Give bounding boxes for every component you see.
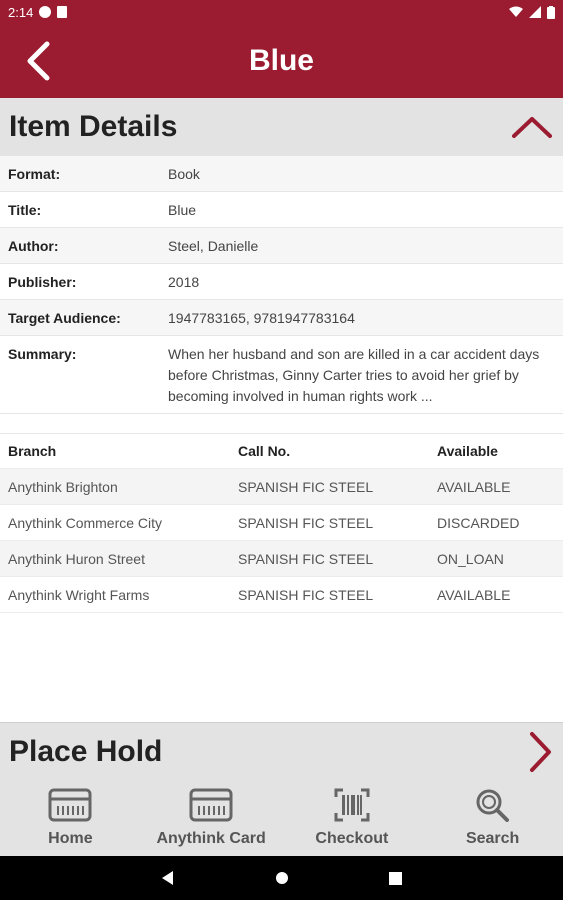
- nav-label: Home: [48, 830, 93, 847]
- availability-cell: ON_LOAN: [437, 550, 504, 567]
- chevron-right-icon: [530, 731, 551, 772]
- bottom-navigation: Home Anythink Card Checkout Search: [0, 780, 563, 856]
- detail-value: 2018: [168, 274, 200, 290]
- collapse-toggle[interactable]: [511, 98, 553, 156]
- table-row: Anythink Huron Street SPANISH FIC STEEL …: [0, 541, 563, 577]
- detail-row-summary: Summary: When her husband and son are ki…: [0, 336, 563, 414]
- signal-icon: [529, 6, 541, 18]
- detail-label: Publisher:: [8, 274, 77, 290]
- detail-row-author: Author: Steel, Danielle: [0, 228, 563, 264]
- holdings-header-row: Branch Call No. Available: [0, 433, 563, 469]
- detail-label: Title:: [8, 202, 42, 218]
- back-button[interactable]: [14, 36, 62, 86]
- call-no-cell: SPANISH FIC STEEL: [238, 586, 374, 603]
- battery-icon: [547, 5, 555, 19]
- detail-label: Summary:: [8, 346, 77, 362]
- nav-checkout[interactable]: Checkout: [282, 780, 423, 856]
- chevron-left-icon: [27, 41, 50, 81]
- place-hold-button[interactable]: Place Hold: [0, 722, 563, 780]
- chevron-right-wrap: [527, 723, 553, 780]
- holdings-table: Branch Call No. Available Anythink Brigh…: [0, 433, 563, 613]
- status-time: 2:14: [8, 4, 34, 20]
- card-icon: [48, 788, 92, 822]
- detail-row-format: Format: Book: [0, 156, 563, 192]
- detail-row-target-audience: Target Audience: 1947783165, 97819477831…: [0, 300, 563, 336]
- nav-anythink-card[interactable]: Anythink Card: [141, 780, 282, 856]
- branch-cell: Anythink Commerce City: [8, 514, 163, 531]
- detail-value: When her husband and son are killed in a…: [168, 346, 540, 404]
- place-hold-heading: Place Hold: [9, 734, 163, 768]
- branch-cell: Anythink Brighton: [8, 478, 118, 495]
- system-recents-icon[interactable]: [389, 871, 402, 885]
- item-details-heading: Item Details: [9, 110, 178, 143]
- detail-value: Blue: [168, 202, 197, 218]
- system-back-icon[interactable]: [161, 870, 175, 886]
- system-navigation-bar: [0, 856, 563, 900]
- nav-label: Anythink Card: [156, 830, 266, 847]
- item-details-header[interactable]: Item Details: [0, 98, 563, 156]
- detail-label: Format:: [8, 166, 61, 182]
- call-no-cell: SPANISH FIC STEEL: [238, 550, 374, 567]
- detail-value: Steel, Danielle: [168, 238, 259, 254]
- search-icon: [476, 789, 509, 822]
- detail-row-title: Title: Blue: [0, 192, 563, 228]
- item-details-table: Format: Book Title: Blue Author: Steel, …: [0, 156, 563, 414]
- detail-label: Target Audience:: [8, 310, 121, 326]
- availability-cell: AVAILABLE: [437, 586, 511, 603]
- page-title: Blue: [248, 44, 314, 77]
- nav-label: Checkout: [315, 830, 389, 847]
- nav-search[interactable]: Search: [422, 780, 563, 856]
- notification-icon: [39, 6, 52, 18]
- call-no-cell: SPANISH FIC STEEL: [238, 478, 374, 495]
- system-home-icon[interactable]: [275, 871, 289, 885]
- status-bar: 2:14: [0, 0, 563, 24]
- column-header-branch: Branch: [8, 443, 57, 459]
- detail-value: Book: [168, 166, 200, 182]
- card-icon: [189, 788, 233, 822]
- detail-label: Author:: [8, 238, 59, 254]
- availability-cell: DISCARDED: [437, 514, 520, 531]
- nav-label: Search: [465, 830, 520, 847]
- column-header-available: Available: [437, 443, 498, 459]
- branch-cell: Anythink Huron Street: [8, 550, 145, 567]
- chevron-up-icon: [512, 117, 552, 138]
- call-no-cell: SPANISH FIC STEEL: [238, 514, 374, 531]
- wifi-icon: [509, 6, 523, 17]
- nav-home[interactable]: Home: [0, 780, 141, 856]
- branch-cell: Anythink Wright Farms: [8, 586, 150, 603]
- app-bar: Blue: [0, 24, 563, 98]
- availability-cell: AVAILABLE: [437, 478, 511, 495]
- detail-value: 1947783165, 9781947783164: [168, 310, 355, 326]
- table-row: Anythink Brighton SPANISH FIC STEEL AVAI…: [0, 469, 563, 505]
- table-row: Anythink Commerce City SPANISH FIC STEEL…: [0, 505, 563, 541]
- column-header-call-no: Call No.: [238, 443, 291, 459]
- barcode-scan-icon: [334, 788, 370, 822]
- table-row: Anythink Wright Farms SPANISH FIC STEEL …: [0, 577, 563, 613]
- sd-card-icon: [57, 6, 68, 18]
- detail-row-publisher: Publisher: 2018: [0, 264, 563, 300]
